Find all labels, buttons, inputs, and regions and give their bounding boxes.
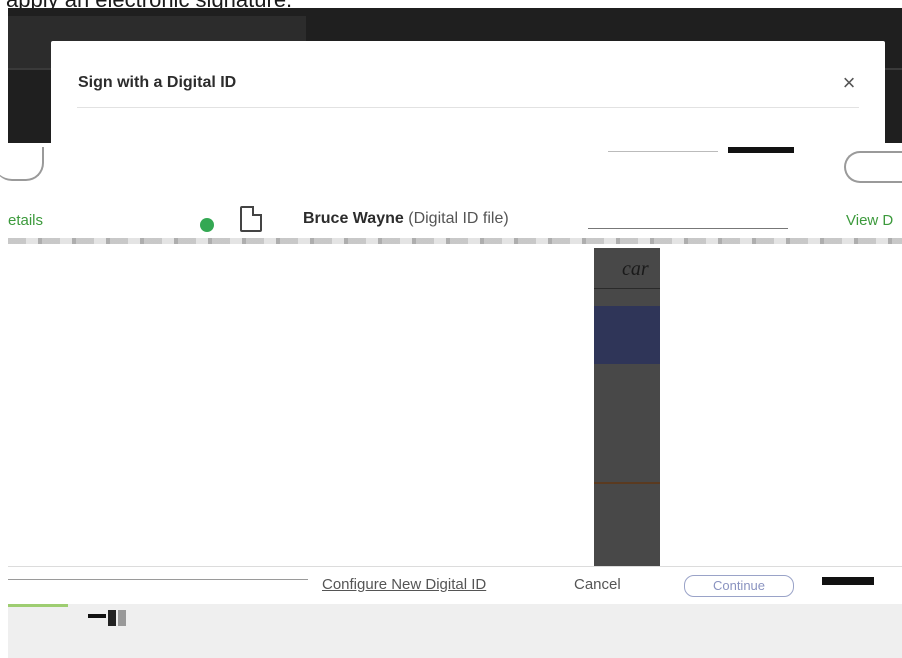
signature-preview: car bbox=[594, 248, 660, 566]
left-panel bbox=[8, 248, 594, 566]
bottom-mark-1 bbox=[88, 614, 106, 618]
continue-button[interactable]: Continue bbox=[684, 575, 794, 597]
bottom-mark-2 bbox=[108, 610, 116, 626]
dialog-header: Sign with a Digital ID × bbox=[51, 41, 885, 151]
view-details-link[interactable]: View D bbox=[846, 212, 893, 229]
preview-line-top bbox=[594, 288, 660, 289]
preview-navy-block bbox=[594, 306, 660, 364]
instruction-band bbox=[0, 143, 902, 187]
file-icon bbox=[240, 206, 262, 232]
header-divider bbox=[77, 107, 859, 108]
decorative-bracket-left bbox=[0, 147, 44, 181]
right-panel bbox=[660, 248, 902, 566]
dialog-footer: Configure New Digital ID Cancel Continue bbox=[8, 566, 902, 604]
close-icon[interactable]: × bbox=[839, 71, 859, 95]
details-link[interactable]: etails bbox=[8, 212, 43, 229]
instruction-rule bbox=[608, 151, 718, 152]
preview-text: car bbox=[622, 258, 649, 280]
digital-id-name: Bruce Wayne bbox=[303, 210, 404, 227]
status-dot-icon bbox=[200, 218, 214, 232]
instruction-black-bar bbox=[728, 147, 794, 153]
digital-id-source: (Digital ID file) bbox=[408, 210, 509, 227]
digital-id-row[interactable]: etails Bruce Wayne (Digital ID file) Vie… bbox=[8, 198, 902, 248]
bottom-mark-3 bbox=[118, 610, 126, 626]
bottom-marks bbox=[88, 610, 128, 626]
footer-dark-chip bbox=[822, 577, 874, 585]
id-row-underline bbox=[8, 238, 902, 244]
page: apply an electronic signature. Sign with… bbox=[0, 0, 902, 658]
configure-new-digital-id-button[interactable]: Configure New Digital ID bbox=[322, 576, 486, 593]
decorative-bracket-right bbox=[844, 151, 902, 183]
bottom-area bbox=[8, 604, 902, 658]
cancel-button[interactable]: Cancel bbox=[574, 576, 621, 593]
digital-id-name-line: Bruce Wayne (Digital ID file) bbox=[303, 210, 509, 228]
dialog-title: Sign with a Digital ID bbox=[78, 74, 237, 91]
footer-rule bbox=[8, 579, 308, 580]
green-squiggle bbox=[8, 604, 68, 607]
id-row-divider bbox=[588, 228, 788, 229]
preview-line-bottom bbox=[594, 482, 660, 484]
